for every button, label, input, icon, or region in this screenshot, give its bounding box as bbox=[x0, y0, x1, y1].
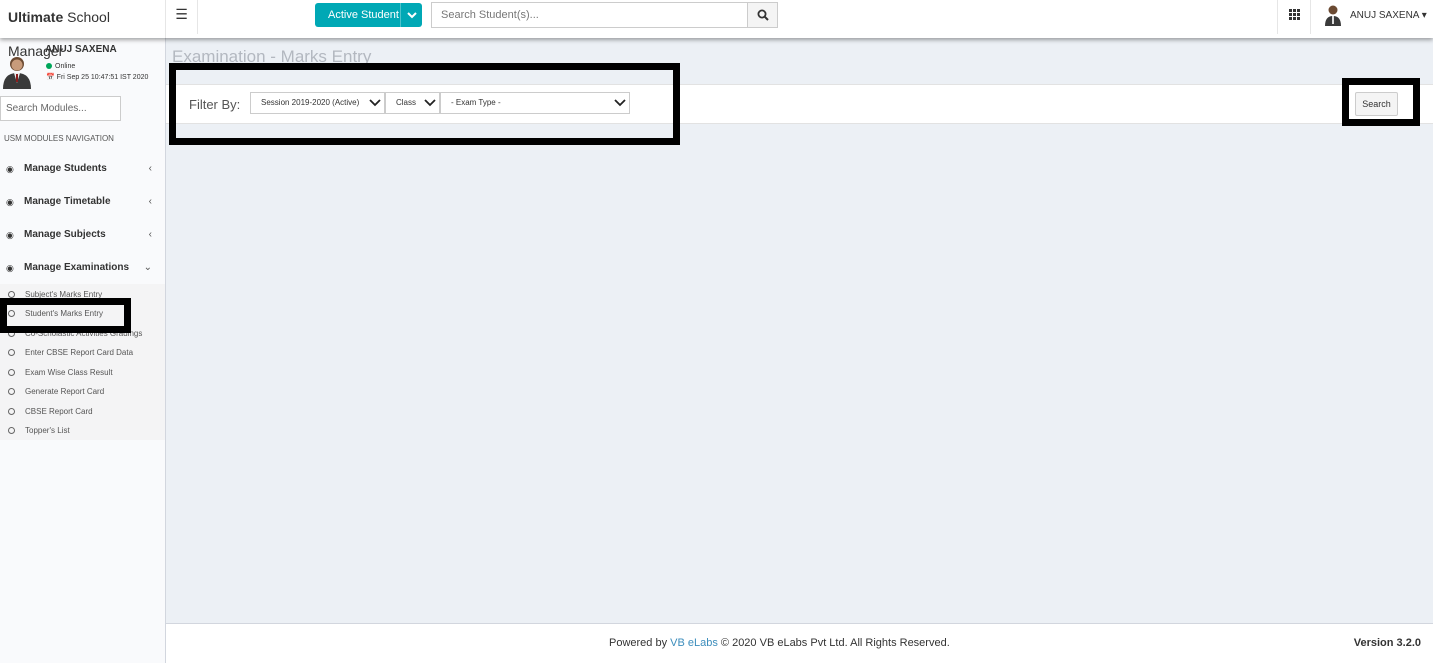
nav-header: USM MODULES NAVIGATION bbox=[4, 134, 114, 143]
chevron-left-icon: ‹ bbox=[148, 196, 152, 207]
calendar-icon: 📅 bbox=[46, 74, 55, 81]
dashboard-icon: ◉ bbox=[6, 263, 14, 273]
sidebar-item-label: Manage Examinations bbox=[24, 262, 130, 273]
chevron-down-icon: ⌄ bbox=[143, 262, 152, 273]
active-student-button[interactable]: Active Student bbox=[315, 3, 422, 27]
chevron-left-icon: ‹ bbox=[148, 229, 152, 240]
version-label: Version 3.2.0 bbox=[1353, 637, 1421, 649]
active-student-label: Active Student bbox=[328, 9, 399, 21]
chevron-left-icon: ‹ bbox=[148, 163, 152, 174]
app-logo[interactable]: Ultimate School Manager bbox=[0, 0, 166, 59]
dashboard-icon: ◉ bbox=[6, 230, 14, 240]
menu-toggle-icon[interactable]: ☰ bbox=[166, 0, 198, 34]
chevron-down-icon[interactable] bbox=[400, 3, 422, 27]
sidebar-item-manage-subjects[interactable]: ◉ Manage Subjects ‹ bbox=[0, 220, 165, 250]
sidebar-item-label: Manage Subjects bbox=[24, 229, 106, 240]
sidebar-item-label: Manage Timetable bbox=[24, 196, 111, 207]
user-avatar-small bbox=[1325, 5, 1341, 26]
logo-bold: Ultimate bbox=[8, 9, 64, 25]
company-link[interactable]: VB eLabs bbox=[670, 637, 718, 649]
sidebar: ANUJ SAXENA Online 📅 Fri Sep 25 10:47:51… bbox=[0, 38, 166, 663]
top-header: Ultimate School Manager ☰ Active Student… bbox=[0, 0, 1433, 59]
module-search-input[interactable] bbox=[0, 96, 121, 121]
student-search-button[interactable] bbox=[747, 2, 778, 28]
sidebar-item-label: Manage Students bbox=[24, 163, 107, 174]
search-icon bbox=[757, 9, 769, 21]
circle-icon bbox=[8, 369, 15, 376]
footer: Powered by VB eLabs © 2020 VB eLabs Pvt … bbox=[166, 623, 1433, 663]
submenu-item-toppers-list[interactable]: Topper's List bbox=[0, 422, 165, 440]
circle-icon bbox=[8, 291, 15, 298]
circle-icon bbox=[8, 408, 15, 415]
submenu-item-cbse-report-card[interactable]: CBSE Report Card bbox=[0, 403, 165, 421]
session-datetime: 📅 Fri Sep 25 10:47:51 IST 2020 bbox=[46, 74, 149, 81]
footer-copyright: Powered by VB eLabs © 2020 VB eLabs Pvt … bbox=[609, 637, 950, 649]
submenu-item-cbse-report-card-data[interactable]: Enter CBSE Report Card Data bbox=[0, 344, 165, 362]
circle-icon bbox=[8, 388, 15, 395]
sidebar-item-manage-timetable[interactable]: ◉ Manage Timetable ‹ bbox=[0, 187, 165, 217]
circle-icon bbox=[8, 427, 15, 434]
highlight-search-box bbox=[1342, 78, 1420, 126]
user-menu[interactable]: ANUJ SAXENA ▾ bbox=[1318, 0, 1433, 34]
highlight-submenu-box bbox=[0, 298, 131, 333]
circle-icon bbox=[8, 349, 15, 356]
submenu-item-generate-report-card[interactable]: Generate Report Card bbox=[0, 383, 165, 401]
apps-grid-button[interactable] bbox=[1277, 0, 1311, 34]
sidebar-item-manage-examinations[interactable]: ◉ Manage Examinations ⌄ bbox=[0, 253, 165, 283]
student-search-input[interactable] bbox=[431, 2, 748, 28]
grid-icon bbox=[1288, 9, 1300, 20]
sidebar-item-manage-students[interactable]: ◉ Manage Students ‹ bbox=[0, 154, 165, 184]
header-user-name: ANUJ SAXENA ▾ bbox=[1350, 10, 1427, 21]
dashboard-icon: ◉ bbox=[6, 164, 14, 174]
dashboard-icon: ◉ bbox=[6, 197, 14, 207]
submenu-item-exam-wise-class-result[interactable]: Exam Wise Class Result bbox=[0, 364, 165, 382]
highlight-filter-box bbox=[169, 63, 680, 145]
